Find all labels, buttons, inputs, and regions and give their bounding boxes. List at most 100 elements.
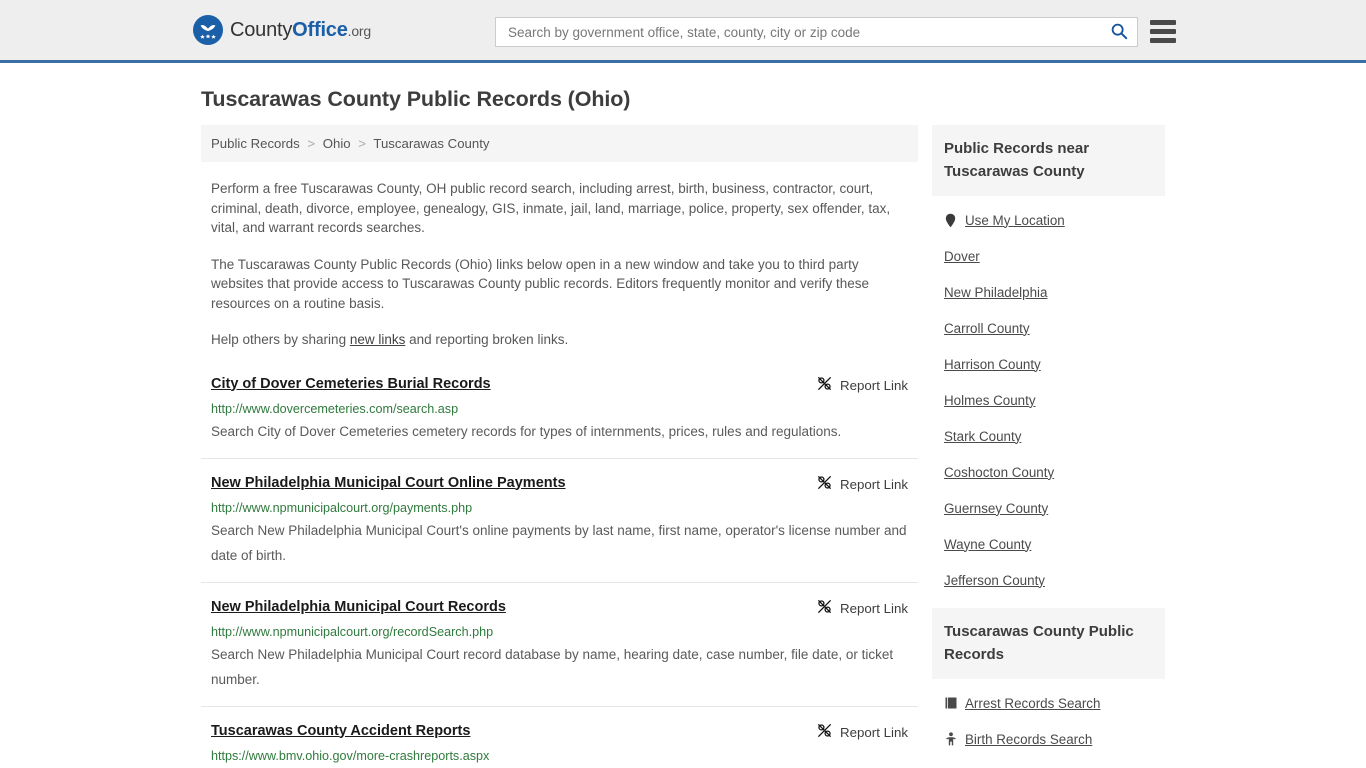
sidebar-item-arrest-records-search[interactable]: Arrest Records Search (944, 679, 1153, 715)
sidebar-link-guernsey-county[interactable]: Guernsey County (944, 501, 1048, 516)
sidebar: Public Records near Tuscarawas County Us… (932, 125, 1165, 768)
sidebar-item-new-philadelphia[interactable]: New Philadelphia (944, 268, 1153, 304)
sidebar-link-holmes-county[interactable]: Holmes County (944, 393, 1036, 408)
logo-text-county: County (230, 18, 293, 41)
breadcrumb-item-public-records[interactable]: Public Records (211, 136, 300, 151)
result-url[interactable]: https://www.bmv.ohio.gov/more-crashrepor… (211, 748, 908, 764)
sidebar-link-new-philadelphia[interactable]: New Philadelphia (944, 285, 1047, 300)
result-header: New Philadelphia Municipal Court Records (211, 597, 908, 620)
search-icon (1110, 22, 1128, 43)
sidebar-item-wayne-county[interactable]: Wayne County (944, 520, 1153, 556)
sidebar-link-dover[interactable]: Dover (944, 249, 980, 264)
book-icon (944, 697, 957, 709)
result-title-link[interactable]: New Philadelphia Municipal Court Records (211, 597, 506, 617)
sidebar-item-business-license-search[interactable]: Business License Search (944, 751, 1153, 768)
breadcrumb-item-tuscarawas-county[interactable]: Tuscarawas County (373, 136, 489, 151)
new-links-link[interactable]: new links (350, 332, 406, 347)
sidebar-link-harrison-county[interactable]: Harrison County (944, 357, 1041, 372)
sidebar-link-arrest-records-search[interactable]: Arrest Records Search (965, 696, 1100, 711)
report-link-button[interactable]: Report Link (816, 474, 908, 496)
sidebar-item-harrison-county[interactable]: Harrison County (944, 340, 1153, 376)
result-header: Tuscarawas County Accident Reports Repor… (211, 721, 908, 744)
result-url[interactable]: http://www.npmunicipalcourt.org/recordSe… (211, 624, 908, 640)
sidebar-link-wayne-county[interactable]: Wayne County (944, 537, 1031, 552)
result-description: Search New Philadelphia Municipal Court … (211, 646, 894, 687)
sidebar-item-use-my-location[interactable]: Use My Location (944, 196, 1153, 232)
intro-paragraph-3: Help others by sharing new links and rep… (211, 330, 908, 350)
sidebar-item-jefferson-county[interactable]: Jefferson County (944, 556, 1153, 592)
sidebar-panel-county-records: Tuscarawas County Public Records Arrest … (932, 608, 1165, 768)
main-column: Public Records > Ohio > Tuscarawas Count… (201, 125, 918, 768)
broken-link-icon (816, 375, 833, 397)
result-description: Search City of Dover Cemeteries cemetery… (211, 423, 842, 439)
broken-link-icon (816, 598, 833, 620)
report-link-button[interactable]: Report Link (816, 375, 908, 397)
report-link-button[interactable]: Report Link (816, 722, 908, 744)
result-url[interactable]: http://www.npmunicipalcourt.org/payments… (211, 500, 908, 516)
report-link-button[interactable]: Report Link (816, 598, 908, 620)
countyoffice-eagle-logo-icon (193, 15, 223, 45)
content-container: Tuscarawas County Public Records (Ohio) … (193, 87, 1173, 768)
hamburger-bar-1 (1150, 20, 1176, 25)
result-header: New Philadelphia Municipal Court Online … (211, 473, 908, 496)
sidebar-link-carroll-county[interactable]: Carroll County (944, 321, 1030, 336)
intro-text-before-link: Help others by sharing (211, 332, 350, 347)
site-logo[interactable]: CountyOffice.org (193, 15, 371, 45)
intro-text-after-link: and reporting broken links. (405, 332, 569, 347)
broken-link-icon (816, 722, 833, 744)
sidebar-item-coshocton-county[interactable]: Coshocton County (944, 448, 1153, 484)
result-title-link[interactable]: New Philadelphia Municipal Court Online … (211, 473, 566, 493)
report-link-label: Report Link (840, 601, 908, 616)
sidebar-panel-nearby: Public Records near Tuscarawas County Us… (932, 125, 1165, 592)
result-url[interactable]: http://www.dovercemeteries.com/search.as… (211, 401, 908, 417)
logo-text-org: .org (347, 22, 372, 39)
result-item: New Philadelphia Municipal Court Records (201, 597, 918, 707)
result-description: Search New Philadelphia Municipal Court'… (211, 522, 907, 563)
sidebar-link-coshocton-county[interactable]: Coshocton County (944, 465, 1054, 480)
sidebar-item-stark-county[interactable]: Stark County (944, 412, 1153, 448)
report-link-label: Report Link (840, 725, 908, 740)
result-item: New Philadelphia Municipal Court Online … (201, 473, 918, 583)
hamburger-bar-3 (1150, 38, 1176, 43)
result-item: City of Dover Cemeteries Burial Records (201, 374, 918, 459)
two-column-layout: Public Records > Ohio > Tuscarawas Count… (201, 125, 1173, 768)
sidebar-item-carroll-county[interactable]: Carroll County (944, 304, 1153, 340)
breadcrumb-separator-1: > (307, 136, 316, 151)
results-list: City of Dover Cemeteries Burial Records (201, 374, 918, 768)
search-input[interactable] (496, 18, 1101, 46)
sidebar-county-records-list: Arrest Records Search Birth Records Sear… (932, 679, 1165, 768)
report-link-label: Report Link (840, 378, 908, 393)
sidebar-link-use-my-location[interactable]: Use My Location (965, 213, 1065, 228)
sidebar-item-holmes-county[interactable]: Holmes County (944, 376, 1153, 412)
map-pin-icon (944, 213, 957, 228)
intro-paragraph-1: Perform a free Tuscarawas County, OH pub… (211, 181, 891, 235)
report-link-label: Report Link (840, 477, 908, 492)
result-title-link[interactable]: City of Dover Cemeteries Burial Records (211, 374, 491, 394)
page-title: Tuscarawas County Public Records (Ohio) (201, 87, 631, 111)
baby-icon (944, 732, 957, 746)
logo-text-office: Office (292, 18, 348, 41)
search-bar[interactable] (495, 17, 1138, 47)
breadcrumb: Public Records > Ohio > Tuscarawas Count… (201, 125, 918, 162)
breadcrumb-item-ohio[interactable]: Ohio (323, 136, 351, 151)
intro-section: Perform a free Tuscarawas County, OH pub… (201, 179, 918, 350)
hamburger-menu-button[interactable] (1150, 20, 1176, 43)
site-logo-text: CountyOffice.org (230, 19, 371, 42)
breadcrumb-separator-2: > (358, 136, 366, 151)
intro-paragraph-2: The Tuscarawas County Public Records (Oh… (211, 256, 870, 311)
sidebar-item-guernsey-county[interactable]: Guernsey County (944, 484, 1153, 520)
sidebar-county-records-heading: Tuscarawas County Public Records (932, 608, 1165, 679)
sidebar-link-stark-county[interactable]: Stark County (944, 429, 1021, 444)
sidebar-nearby-heading: Public Records near Tuscarawas County (932, 125, 1165, 196)
hamburger-bar-2 (1150, 29, 1176, 34)
result-title-link[interactable]: Tuscarawas County Accident Reports (211, 721, 470, 741)
sidebar-nearby-list: Use My Location Dover New Philadelphia C… (932, 196, 1165, 592)
sidebar-item-birth-records-search[interactable]: Birth Records Search (944, 715, 1153, 751)
sidebar-link-jefferson-county[interactable]: Jefferson County (944, 573, 1045, 588)
sidebar-item-dover[interactable]: Dover (944, 232, 1153, 268)
result-item: Tuscarawas County Accident Reports Repor… (201, 721, 918, 768)
sidebar-link-birth-records-search[interactable]: Birth Records Search (965, 732, 1092, 747)
site-header: CountyOffice.org (0, 0, 1366, 63)
page-body: Tuscarawas County Public Records (Ohio) … (0, 87, 1366, 768)
search-submit-button[interactable] (1101, 18, 1137, 46)
